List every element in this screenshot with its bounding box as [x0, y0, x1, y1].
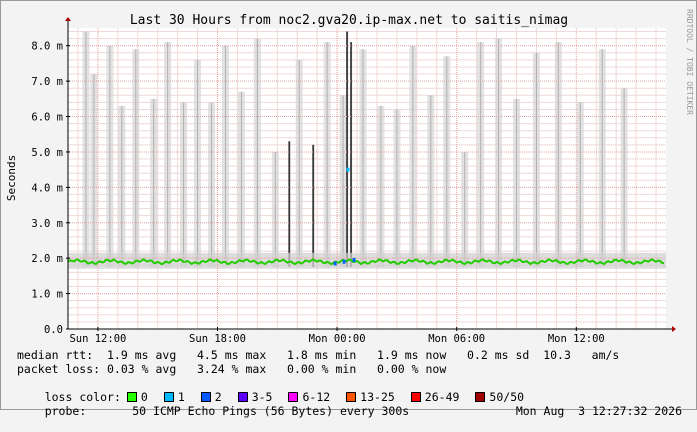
y-axis-arrow [65, 17, 71, 21]
timestamp: Mon Aug 3 12:27:32 2026 [515, 404, 682, 418]
y-tick-label: 4.0 m [31, 182, 63, 194]
y-tick-label: 3.0 m [31, 218, 63, 230]
chart-title: Last 30 Hours from noc2.gva20.ip-max.net… [130, 13, 568, 28]
y-tick-label: 6.0 m [31, 112, 63, 124]
loss-marker [342, 259, 346, 264]
loss-marker [333, 261, 337, 266]
y-tick-label: 7.0 m [31, 76, 63, 88]
rrdtool-watermark: RRDTOOL / TOBI OETIKER [685, 9, 694, 115]
x-tick-label: Mon 12:00 [548, 333, 605, 345]
y-tick-label: 5.0 m [31, 147, 63, 159]
y-axis-label: Seconds [5, 155, 18, 201]
loss-marker [352, 257, 356, 262]
y-tick-label: 1.0 m [31, 289, 63, 301]
smokeping-chart: 0.0 1.0 m 2.0 m 3.0 m 4.0 m 5.0 m 6.0 m 7.0 m 8.… [5, 9, 694, 345]
median-rtt-line: median rtt: 1.9 ms avg 4.5 ms max 1.8 ms… [17, 348, 620, 362]
probe-description: 50 ICMP Echo Pings (56 Bytes) every 300s [132, 404, 410, 418]
x-tick-label: Mon 06:00 [428, 333, 485, 345]
packet-loss-line: packet loss: 0.03 % avg 3.24 % max 0.00 … [17, 362, 447, 376]
loss-marker [346, 167, 350, 172]
graph-frame: 0.0 1.0 m 2.0 m 3.0 m 4.0 m 5.0 m 6.0 m 7.0 m 8.… [0, 0, 697, 418]
x-tick-label: Mon 00:00 [309, 333, 366, 345]
x-tick-label: Sun 12:00 [69, 333, 126, 345]
y-tick-label: 8.0 m [31, 41, 63, 53]
x-tick-label: Sun 18:00 [189, 333, 246, 345]
probe-line: probe: 50 ICMP Echo Pings (56 Bytes) ever… [17, 390, 682, 432]
x-axis-arrow [672, 326, 676, 332]
y-tick-label: 0.0 [44, 324, 63, 336]
y-tick-label: 2.0 m [31, 253, 63, 265]
probe-label: probe: [44, 404, 87, 418]
